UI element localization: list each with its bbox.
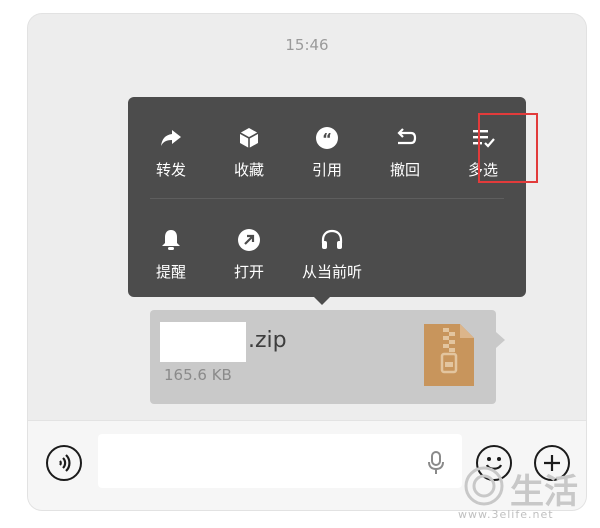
watermark: 生活 www.3elife.net — [458, 462, 598, 526]
menu-item-label: 撤回 — [389, 161, 420, 179]
watermark-url: www.3elife.net — [458, 508, 554, 521]
voice-button[interactable] — [46, 445, 82, 481]
recall-highlight-box — [478, 113, 538, 183]
menu-item-label: 引用 — [311, 161, 342, 179]
menu-divider — [150, 198, 504, 199]
bubble-tail — [496, 332, 505, 348]
menu-item-remind[interactable]: 提醒 — [136, 215, 206, 291]
menu-item-label: 打开 — [233, 263, 264, 281]
zip-archive-icon — [424, 324, 474, 386]
menu-item-recall[interactable]: 撤回 — [370, 113, 440, 189]
file-name-redaction — [160, 322, 246, 362]
menu-item-favorite[interactable]: 收藏 — [214, 113, 284, 189]
menu-item-label: 收藏 — [233, 161, 264, 179]
recall-undo-icon — [397, 128, 417, 145]
open-arrow-icon — [238, 229, 260, 251]
menu-item-label: 转发 — [155, 161, 186, 179]
message-input[interactable] — [98, 434, 462, 488]
watermark-logo-icon — [464, 466, 504, 506]
voice-icon — [59, 454, 71, 472]
message-timestamp: 15:46 — [285, 36, 329, 54]
menu-item-open[interactable]: 打开 — [214, 215, 284, 291]
favorite-cube-icon — [239, 128, 259, 148]
bell-icon — [162, 230, 180, 250]
chat-window: 15:46 转发 收藏 “ 引用 撤回 多选 提醒 打开 从当前听 .zip 1… — [28, 14, 586, 510]
watermark-text: 生活 — [510, 472, 578, 512]
file-message-bubble[interactable]: .zip 165.6 KB — [150, 310, 496, 404]
menu-item-quote[interactable]: “ 引用 — [292, 113, 362, 189]
menu-item-listen-from-here[interactable]: 从当前听 — [292, 215, 372, 291]
file-size: 165.6 KB — [164, 366, 232, 384]
menu-item-label: 从当前听 — [301, 263, 362, 281]
message-context-menu: 转发 收藏 “ 引用 撤回 多选 提醒 打开 从当前听 — [128, 97, 538, 297]
menu-pointer — [313, 296, 331, 305]
quote-icon: “ — [316, 127, 338, 149]
microphone-icon[interactable] — [426, 451, 446, 475]
forward-icon — [161, 130, 181, 146]
menu-item-forward[interactable]: 转发 — [136, 113, 206, 189]
headphones-icon — [321, 229, 343, 249]
svg-text:“: “ — [322, 130, 332, 148]
menu-item-label: 提醒 — [155, 263, 186, 281]
file-name: .zip — [248, 328, 287, 353]
